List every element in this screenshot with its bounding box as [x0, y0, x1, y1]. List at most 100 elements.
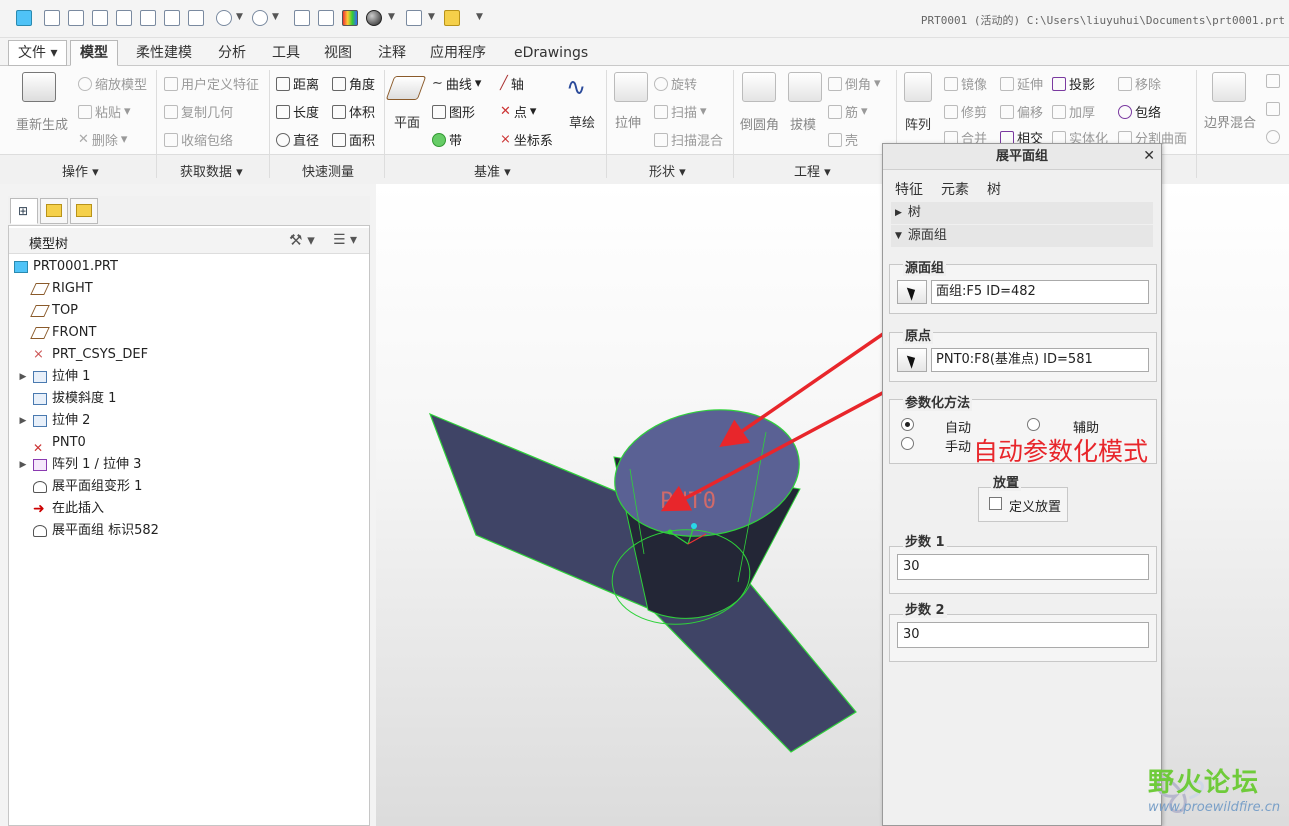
- draft-label[interactable]: 拔模: [790, 114, 816, 133]
- pattern-label[interactable]: 阵列: [905, 114, 931, 133]
- sketch-icon[interactable]: ∿: [566, 74, 586, 100]
- tab-model-tree[interactable]: ⊞: [10, 198, 38, 224]
- measure-volume-button[interactable]: 体积: [332, 102, 375, 121]
- section-tree[interactable]: ▶ 树: [891, 202, 1153, 224]
- window-dropdown-icon[interactable]: ▼: [428, 12, 435, 22]
- extrude-icon[interactable]: [614, 72, 648, 102]
- extrude-label[interactable]: 拉伸: [615, 112, 641, 131]
- surface-tool-icon[interactable]: [1266, 130, 1280, 148]
- tab-model[interactable]: 模型: [70, 40, 118, 66]
- render-icon[interactable]: [366, 10, 382, 26]
- thicken-button[interactable]: 加厚: [1052, 102, 1095, 121]
- working-dir-icon[interactable]: [444, 10, 460, 26]
- regenerate-label[interactable]: 重新生成: [16, 114, 68, 133]
- tree-item[interactable]: FRONT: [18, 322, 96, 344]
- sketch-label[interactable]: 草绘: [569, 112, 595, 131]
- radio-auto[interactable]: [901, 418, 914, 431]
- origin-collector[interactable]: PNT0:F8(基准点) ID=581: [931, 348, 1149, 372]
- graph-button[interactable]: 图形: [432, 102, 475, 121]
- csys-button[interactable]: ⨯ 坐标系: [500, 130, 553, 149]
- open-icon[interactable]: [68, 10, 84, 26]
- redo-dropdown-icon[interactable]: ▼: [272, 12, 279, 22]
- steps2-input[interactable]: 30: [897, 622, 1149, 648]
- tree-item[interactable]: ✕ PNT0: [18, 432, 86, 455]
- datum-point-marker[interactable]: [667, 529, 673, 535]
- measure-length-button[interactable]: 长度: [276, 102, 319, 121]
- offset-button[interactable]: 偏移: [1000, 102, 1043, 121]
- section-source-quilt[interactable]: ▼ 源面组: [891, 225, 1153, 247]
- window-switch-icon[interactable]: [406, 10, 422, 26]
- origin-select-button[interactable]: [897, 348, 927, 372]
- plane-label[interactable]: 平面: [394, 112, 420, 131]
- tree-item[interactable]: ⨯ PRT_CSYS_DEF: [18, 344, 148, 366]
- tab-tools[interactable]: 工具: [262, 40, 310, 66]
- surface-tool-icon[interactable]: [1266, 74, 1280, 92]
- group-operations[interactable]: 操作 ▾: [62, 161, 99, 180]
- close-icon[interactable]: ✕: [1143, 148, 1155, 164]
- group-get-data[interactable]: 获取数据 ▾: [180, 161, 243, 180]
- radio-manual[interactable]: [901, 437, 914, 450]
- view-manager-icon[interactable]: [318, 10, 334, 26]
- new-icon[interactable]: [44, 10, 60, 26]
- remove-button[interactable]: 移除: [1118, 74, 1161, 93]
- group-engineering[interactable]: 工程 ▾: [794, 161, 831, 180]
- source-quilt-collector[interactable]: 面组:F5 ID=482: [931, 280, 1149, 304]
- tab-flexible-modeling[interactable]: 柔性建模: [126, 40, 202, 66]
- curve-button[interactable]: ∼ 曲线 ▾: [432, 74, 481, 93]
- plane-icon[interactable]: [385, 76, 427, 100]
- tree-item[interactable]: ▶ 拉伸 1: [18, 366, 91, 388]
- tab-file[interactable]: 文件 ▾: [8, 40, 68, 66]
- chamfer-button[interactable]: 倒角 ▾: [828, 74, 881, 93]
- tree-item[interactable]: 拔模斜度 1: [18, 388, 116, 410]
- render-dropdown-icon[interactable]: ▼: [388, 12, 395, 22]
- shell-button[interactable]: 壳: [828, 130, 858, 149]
- round-icon[interactable]: [742, 72, 776, 102]
- tab-annotate[interactable]: 注释: [368, 40, 416, 66]
- group-datum[interactable]: 基准 ▾: [474, 161, 511, 180]
- window-icon[interactable]: [188, 10, 204, 26]
- point-button[interactable]: ✕ 点 ▾: [500, 102, 536, 121]
- delete-button[interactable]: ✕ 删除 ▾: [78, 130, 127, 149]
- measure-diameter-button[interactable]: 直径: [276, 130, 319, 149]
- define-placement-label[interactable]: 定义放置: [1009, 496, 1061, 515]
- expand-icon[interactable]: ▶: [18, 454, 28, 476]
- tree-item[interactable]: ▶ 阵列 1 / 拉伸 3: [18, 454, 142, 476]
- customize-qat-icon[interactable]: ▼: [476, 12, 483, 22]
- expand-icon[interactable]: ▶: [18, 366, 28, 388]
- define-placement-checkbox[interactable]: [989, 497, 1002, 510]
- group-shape[interactable]: 形状 ▾: [649, 161, 686, 180]
- tab-folder-browser[interactable]: [40, 198, 68, 224]
- radio-assist[interactable]: [1027, 418, 1040, 431]
- regenerate-icon[interactable]: [22, 72, 56, 102]
- redo-icon[interactable]: [252, 10, 268, 26]
- open-recent-icon[interactable]: [92, 10, 108, 26]
- menu-feature[interactable]: 特征: [895, 179, 923, 199]
- measure-angle-button[interactable]: 角度: [332, 74, 375, 93]
- tab-favorites[interactable]: [70, 198, 98, 224]
- shrinkwrap-button[interactable]: 收缩包络: [164, 130, 233, 149]
- round-label[interactable]: 倒圆角: [740, 114, 779, 133]
- pattern-icon[interactable]: [904, 72, 932, 102]
- axis-button[interactable]: ╱ 轴: [500, 74, 524, 93]
- source-quilt-select-button[interactable]: [897, 280, 927, 304]
- appearance-icon[interactable]: [342, 10, 358, 26]
- expand-icon[interactable]: ▶: [18, 410, 28, 432]
- tree-item[interactable]: ▶ 拉伸 2: [18, 410, 91, 432]
- tree-settings-icon[interactable]: ⚒ ▾: [289, 231, 315, 249]
- tree-item[interactable]: 展平面组 标识582: [18, 520, 159, 542]
- menu-tree[interactable]: 树: [987, 179, 1001, 199]
- tree-item[interactable]: 展平面组变形 1: [18, 476, 142, 498]
- undo-dropdown-icon[interactable]: ▼: [236, 12, 243, 22]
- tree-item[interactable]: RIGHT: [18, 278, 93, 300]
- tab-view[interactable]: 视图: [314, 40, 362, 66]
- project-button[interactable]: 投影: [1052, 74, 1095, 93]
- tree-item[interactable]: ➜ 在此插入: [18, 498, 104, 520]
- rib-button[interactable]: 筋 ▾: [828, 102, 868, 121]
- swept-blend-button[interactable]: 扫描混合: [654, 130, 723, 149]
- tab-applications[interactable]: 应用程序: [420, 40, 496, 66]
- mirror-button[interactable]: 镜像: [944, 74, 987, 93]
- trim-button[interactable]: 修剪: [944, 102, 987, 121]
- radio-auto-label[interactable]: 自动: [945, 417, 971, 436]
- udf-button[interactable]: 用户定义特征: [164, 74, 259, 93]
- boundary-blend-label[interactable]: 边界混合: [1204, 112, 1256, 131]
